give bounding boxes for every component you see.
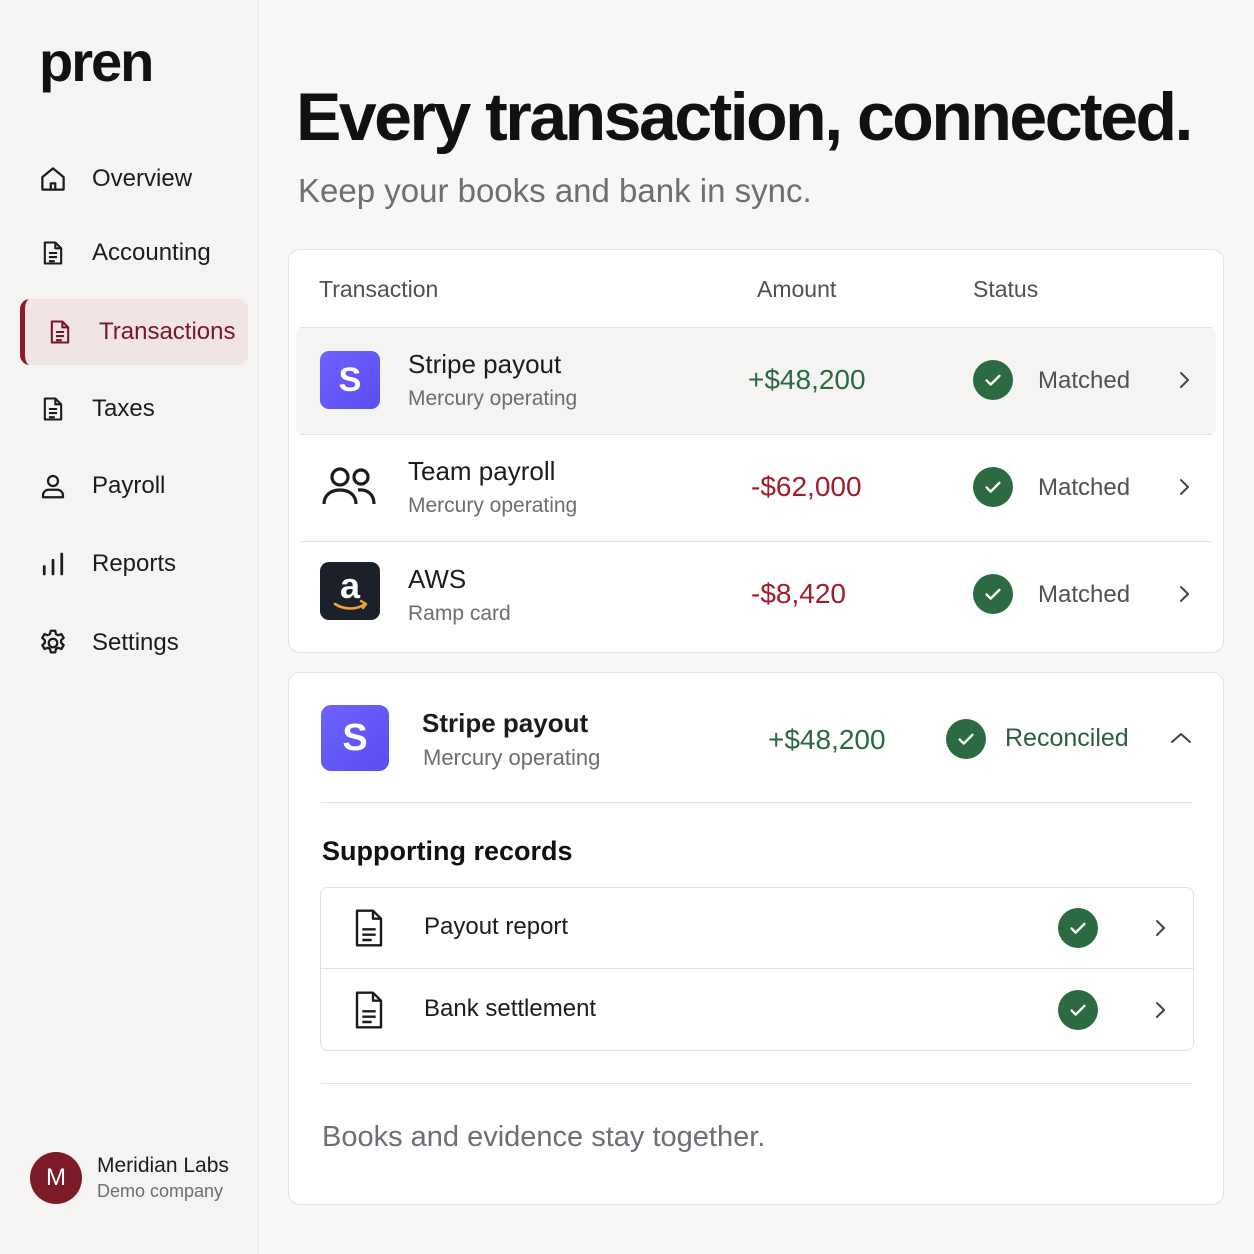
avatar: M bbox=[30, 1152, 82, 1204]
check-icon bbox=[946, 719, 986, 759]
amazon-logo-letter: a bbox=[340, 565, 361, 606]
stripe-logo-icon: S bbox=[321, 705, 389, 771]
check-icon bbox=[973, 574, 1013, 614]
transaction-name: Team payroll bbox=[408, 456, 556, 486]
detail-transaction-account: Mercury operating bbox=[423, 745, 601, 770]
home-icon bbox=[36, 162, 70, 196]
chevron-right-icon[interactable] bbox=[1150, 918, 1170, 938]
sidebar-item-label: Payroll bbox=[92, 472, 166, 499]
record-label: Bank settlement bbox=[424, 995, 597, 1022]
chevron-up-icon[interactable] bbox=[1168, 728, 1194, 748]
sidebar-item-taxes[interactable]: Taxes bbox=[20, 376, 248, 442]
check-icon bbox=[973, 360, 1013, 400]
sidebar-item-label: Reports bbox=[92, 550, 177, 577]
brand-logo[interactable]: pren bbox=[39, 34, 154, 90]
person-icon bbox=[36, 469, 70, 503]
stripe-logo-icon: S bbox=[320, 351, 380, 409]
check-icon bbox=[973, 467, 1013, 507]
transaction-account: Mercury operating bbox=[408, 387, 578, 410]
column-header-status: Status bbox=[973, 276, 1039, 302]
user-name: Meridian Labs bbox=[97, 1154, 229, 1177]
footer-divider bbox=[321, 1083, 1193, 1084]
sidebar-item-label: Transactions bbox=[99, 318, 236, 345]
sidebar: pren Overview Accounting Transactions Ta… bbox=[0, 0, 259, 1254]
transaction-account: Ramp card bbox=[408, 602, 511, 625]
sidebar-item-overview[interactable]: Overview bbox=[20, 146, 248, 212]
transaction-amount: -$62,000 bbox=[751, 471, 862, 502]
detail-footer-text: Books and evidence stay together. bbox=[322, 1121, 766, 1153]
sidebar-item-settings[interactable]: Settings bbox=[20, 610, 248, 676]
transaction-amount: -$8,420 bbox=[751, 578, 846, 609]
sidebar-item-label: Taxes bbox=[92, 395, 155, 422]
transaction-account: Mercury operating bbox=[408, 494, 578, 517]
detail-amount: +$48,200 bbox=[768, 724, 886, 755]
check-icon bbox=[1058, 908, 1098, 948]
transaction-name: AWS bbox=[408, 564, 467, 594]
chevron-right-icon[interactable] bbox=[1150, 1000, 1170, 1020]
chevron-right-icon[interactable] bbox=[1174, 477, 1194, 497]
user-account[interactable]: M Meridian Labs Demo company bbox=[30, 1152, 229, 1204]
status-badge: Reconciled bbox=[1005, 724, 1129, 752]
page-title: Every transaction, connected. bbox=[296, 79, 1193, 155]
user-subtitle: Demo company bbox=[97, 1181, 224, 1201]
document-icon bbox=[36, 236, 70, 270]
detail-transaction-name: Stripe payout bbox=[422, 708, 589, 738]
page-subtitle: Keep your books and bank in sync. bbox=[298, 172, 812, 209]
status-badge: Matched bbox=[1038, 581, 1131, 608]
sidebar-item-label: Overview bbox=[92, 165, 193, 192]
chevron-right-icon[interactable] bbox=[1174, 584, 1194, 604]
amazon-logo-icon: a bbox=[320, 562, 380, 620]
sidebar-item-reports[interactable]: Reports bbox=[20, 531, 248, 597]
column-header-transaction: Transaction bbox=[319, 276, 439, 302]
chevron-right-icon[interactable] bbox=[1174, 370, 1194, 390]
record-label: Payout report bbox=[424, 913, 569, 940]
sidebar-item-label: Accounting bbox=[92, 239, 211, 266]
check-icon bbox=[1058, 990, 1098, 1030]
column-header-amount: Amount bbox=[757, 276, 837, 302]
sidebar-item-accounting[interactable]: Accounting bbox=[20, 220, 248, 286]
sidebar-item-payroll[interactable]: Payroll bbox=[20, 453, 248, 519]
detail-divider bbox=[321, 802, 1193, 803]
document-icon bbox=[353, 908, 385, 953]
supporting-records-title: Supporting records bbox=[322, 836, 573, 866]
transaction-name: Stripe payout bbox=[408, 349, 562, 379]
sidebar-item-transactions[interactable]: Transactions bbox=[20, 299, 248, 365]
people-icon bbox=[320, 462, 378, 512]
document-icon bbox=[36, 392, 70, 426]
sidebar-item-label: Settings bbox=[92, 629, 179, 656]
document-icon bbox=[353, 990, 385, 1035]
gear-icon bbox=[36, 626, 70, 660]
status-badge: Matched bbox=[1038, 474, 1131, 501]
transaction-amount: +$48,200 bbox=[748, 364, 866, 395]
bar-chart-icon bbox=[36, 547, 70, 581]
status-badge: Matched bbox=[1038, 367, 1131, 394]
document-icon bbox=[43, 315, 77, 349]
